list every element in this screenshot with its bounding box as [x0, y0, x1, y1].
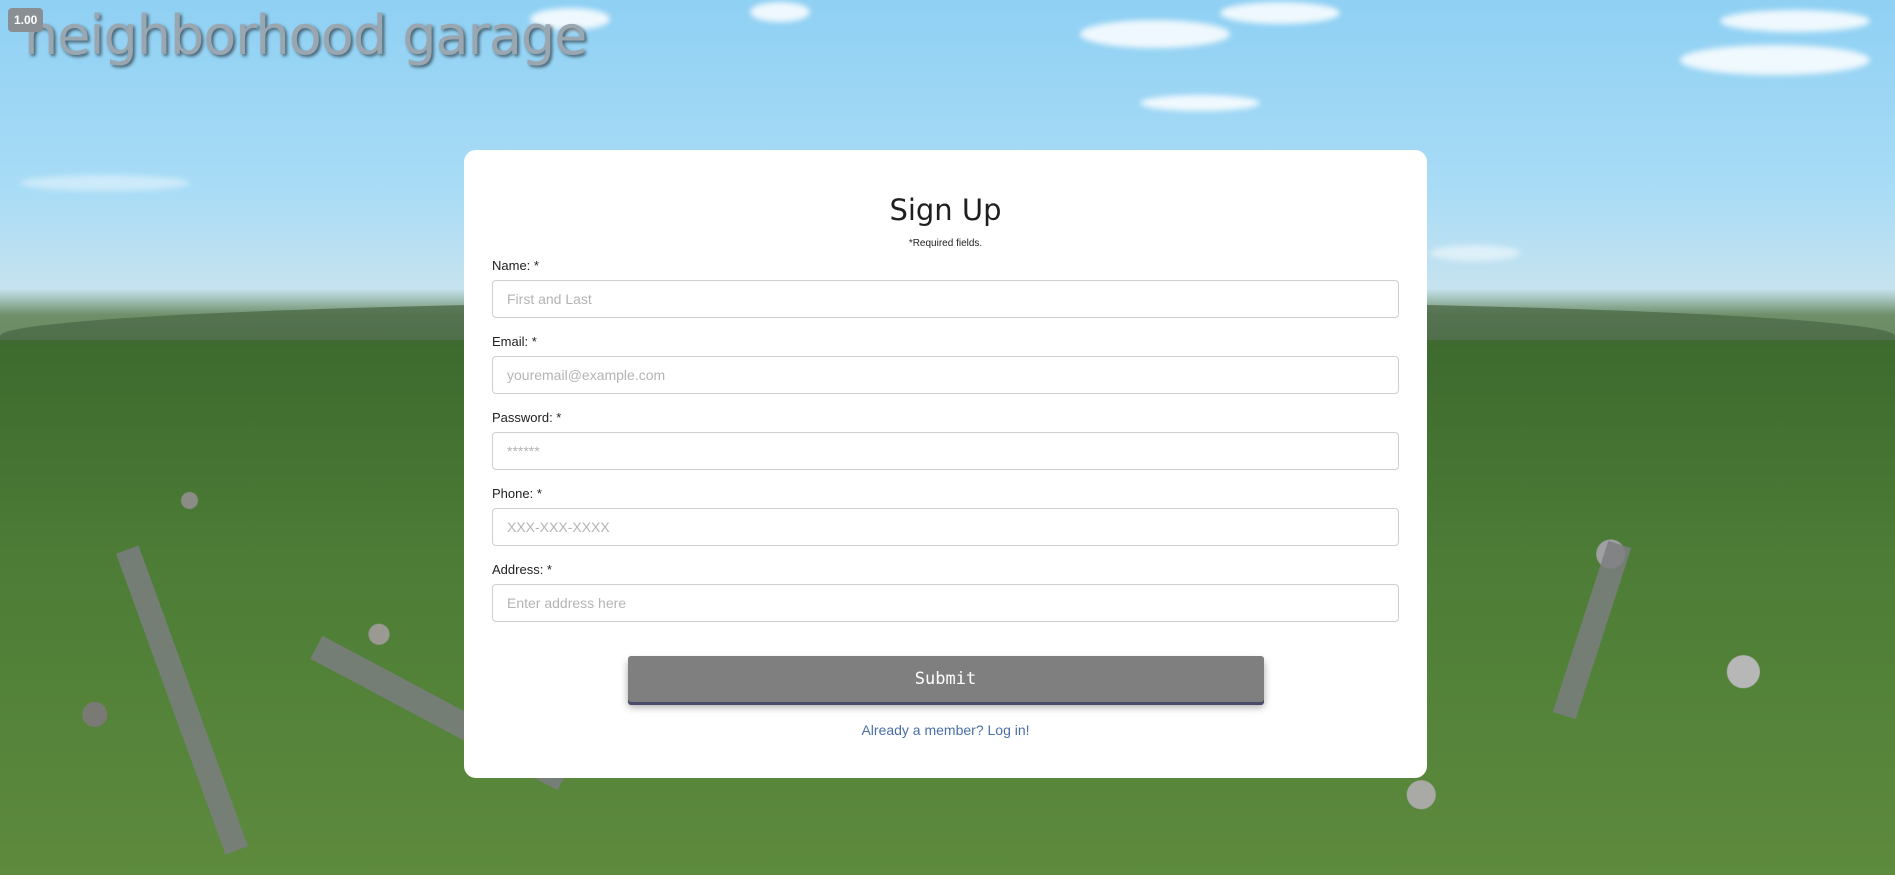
- page-title: Sign Up: [889, 193, 1002, 227]
- password-label: Password: *: [492, 410, 562, 425]
- address-label: Address: *: [492, 562, 552, 577]
- site-logo[interactable]: neighborhood garage: [24, 4, 587, 67]
- cloud: [1080, 20, 1230, 48]
- login-link[interactable]: Already a member? Log in!: [861, 722, 1029, 738]
- password-input[interactable]: [492, 432, 1399, 470]
- cloud: [1680, 45, 1870, 75]
- cloud: [20, 175, 190, 191]
- phone-group: Phone: *: [492, 486, 1399, 546]
- name-input[interactable]: [492, 280, 1399, 318]
- phone-label: Phone: *: [492, 486, 542, 501]
- email-group: Email: *: [492, 334, 1399, 394]
- email-input[interactable]: [492, 356, 1399, 394]
- address-group: Address: *: [492, 562, 1399, 622]
- phone-input[interactable]: [492, 508, 1399, 546]
- login-row: Already a member? Log in!: [492, 722, 1399, 738]
- cloud: [1720, 10, 1870, 32]
- address-input[interactable]: [492, 584, 1399, 622]
- cloud: [1140, 95, 1260, 111]
- required-note: *Required fields.: [908, 238, 983, 249]
- zoom-badge: 1.00: [8, 8, 44, 32]
- password-group: Password: *: [492, 410, 1399, 470]
- cloud: [750, 2, 810, 22]
- cloud: [1430, 245, 1520, 261]
- name-group: Name: *: [492, 258, 1399, 318]
- signup-card: Sign Up *Required fields. Name: * Email:…: [464, 150, 1427, 778]
- submit-button[interactable]: Submit: [627, 656, 1264, 702]
- name-label: Name: *: [492, 258, 539, 273]
- email-label: Email: *: [492, 334, 537, 349]
- cloud: [1220, 2, 1340, 24]
